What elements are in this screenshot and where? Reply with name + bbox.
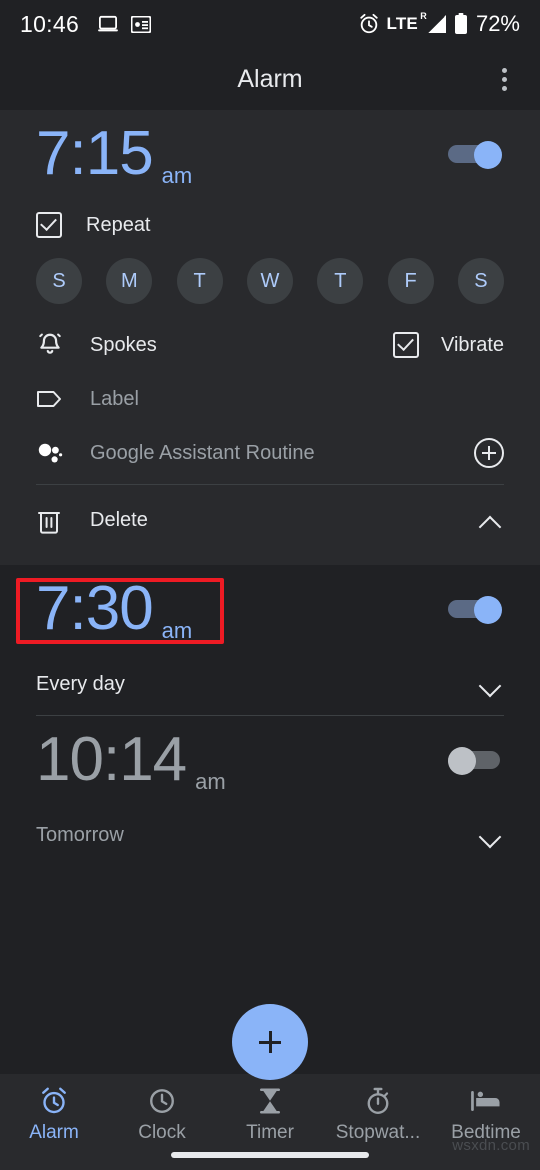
alarm-meridiem: am (161, 163, 193, 188)
network-type-label: LTE R (386, 11, 427, 33)
status-bar-system-icons: LTE R 72% (358, 11, 520, 37)
nav-label-clock: Clock (138, 1122, 186, 1143)
day-monday[interactable]: M (106, 258, 153, 304)
phone-screen: 10:46 LTE R 72% Alarm 7:15 am Repeat S M… (0, 0, 540, 1170)
collapse-chevron-up-icon[interactable] (478, 507, 504, 533)
nav-item-bedtime[interactable]: Bedtime (432, 1086, 540, 1144)
plus-icon (255, 1027, 285, 1057)
roaming-indicator: R (420, 11, 427, 21)
status-bar: 10:46 LTE R 72% (0, 0, 540, 48)
ringtone-row[interactable]: Spokes Vibrate (36, 318, 504, 372)
assistant-routine-label: Google Assistant Routine (90, 441, 315, 464)
nav-label-timer: Timer (246, 1122, 294, 1143)
add-alarm-fab[interactable] (232, 1004, 308, 1080)
delete-row[interactable]: Delete (36, 485, 504, 555)
laptop-icon (97, 15, 119, 33)
alarm-time-row[interactable]: 7:15 am (36, 110, 504, 198)
day-sunday[interactable]: S (36, 258, 82, 304)
alarm-schedule-row[interactable]: Tomorrow (36, 804, 504, 866)
hourglass-icon (255, 1086, 285, 1116)
nav-item-timer[interactable]: Timer (216, 1086, 324, 1144)
alarm-enable-toggle[interactable] (448, 747, 504, 775)
alarm-time[interactable]: 7:30 (36, 578, 154, 640)
google-assistant-icon (36, 439, 66, 467)
day-selector[interactable]: S M T W T F S (36, 252, 504, 318)
alarm-clock-icon (39, 1086, 69, 1116)
nav-item-stopwatch[interactable]: Stopwat... (324, 1086, 432, 1144)
home-indicator[interactable] (171, 1152, 369, 1158)
label-row[interactable]: Label (36, 372, 504, 426)
day-thursday[interactable]: T (317, 258, 364, 304)
bottom-navigation: Alarm Clock Timer Stopwat... Bedtime wsx… (0, 1074, 540, 1170)
alarm-meridiem: am (195, 769, 226, 794)
delete-label: Delete (90, 508, 148, 531)
alarm-card-second[interactable]: 7:30 am Every day (0, 565, 540, 715)
day-wednesday[interactable]: W (246, 258, 293, 304)
vibrate-checkbox[interactable] (392, 332, 419, 358)
alarm-schedule-label: Tomorrow (36, 823, 124, 846)
alarm-time[interactable]: 7:15 (36, 123, 154, 185)
vibrate-label: Vibrate (440, 333, 504, 356)
expand-chevron-down-icon[interactable] (478, 822, 504, 848)
ringtone-label: Spokes (90, 333, 157, 356)
alarm-schedule-label: Every day (36, 672, 125, 695)
day-saturday[interactable]: S (457, 258, 504, 304)
alarm-card-third[interactable]: 10:14 am Tomorrow (0, 716, 540, 866)
label-field-label: Label (90, 387, 139, 410)
alarm-clock-icon (358, 13, 380, 35)
alarm-schedule-row[interactable]: Every day (36, 653, 504, 715)
alarm-enable-toggle[interactable] (448, 141, 504, 169)
battery-icon (454, 13, 468, 35)
nav-label-alarm: Alarm (29, 1122, 79, 1143)
add-routine-icon[interactable] (474, 438, 504, 468)
alarm-time-row[interactable]: 7:30 am (36, 565, 504, 653)
page-title: Alarm (237, 64, 303, 93)
day-tuesday[interactable]: T (176, 258, 223, 304)
repeat-checkbox[interactable] (36, 212, 62, 238)
alarm-time[interactable]: 10:14 (36, 729, 187, 791)
bed-icon (470, 1086, 502, 1116)
tag-icon (36, 388, 66, 410)
nav-item-alarm[interactable]: Alarm (0, 1086, 108, 1144)
overflow-menu-icon[interactable] (486, 61, 522, 97)
assistant-routine-row[interactable]: Google Assistant Routine (36, 426, 504, 480)
app-bar: Alarm (0, 48, 540, 110)
signal-bars-icon (425, 14, 447, 34)
nav-item-clock[interactable]: Clock (108, 1086, 216, 1144)
repeat-row[interactable]: Repeat (36, 198, 504, 252)
nav-label-stopwatch: Stopwat... (335, 1122, 421, 1143)
trash-icon (36, 506, 66, 534)
bell-icon (36, 331, 66, 359)
clock-icon (147, 1086, 177, 1116)
battery-percent: 72% (475, 11, 520, 36)
news-card-icon (131, 15, 152, 33)
expand-chevron-down-icon[interactable] (478, 671, 504, 697)
status-bar-clock: 10:46 (20, 10, 80, 37)
alarm-card-expanded[interactable]: 7:15 am Repeat S M T W T F S Spokes Vibr… (0, 110, 540, 565)
repeat-label: Repeat (86, 213, 151, 236)
vibrate-group[interactable]: Vibrate (392, 332, 504, 358)
alarm-meridiem: am (161, 618, 193, 643)
status-bar-notification-icons (97, 15, 152, 33)
day-friday[interactable]: F (387, 258, 434, 304)
alarm-enable-toggle[interactable] (448, 596, 504, 624)
stopwatch-icon (363, 1086, 393, 1116)
watermark: wsxdn.com (452, 1137, 530, 1154)
alarm-time-row[interactable]: 10:14 am (36, 716, 504, 804)
